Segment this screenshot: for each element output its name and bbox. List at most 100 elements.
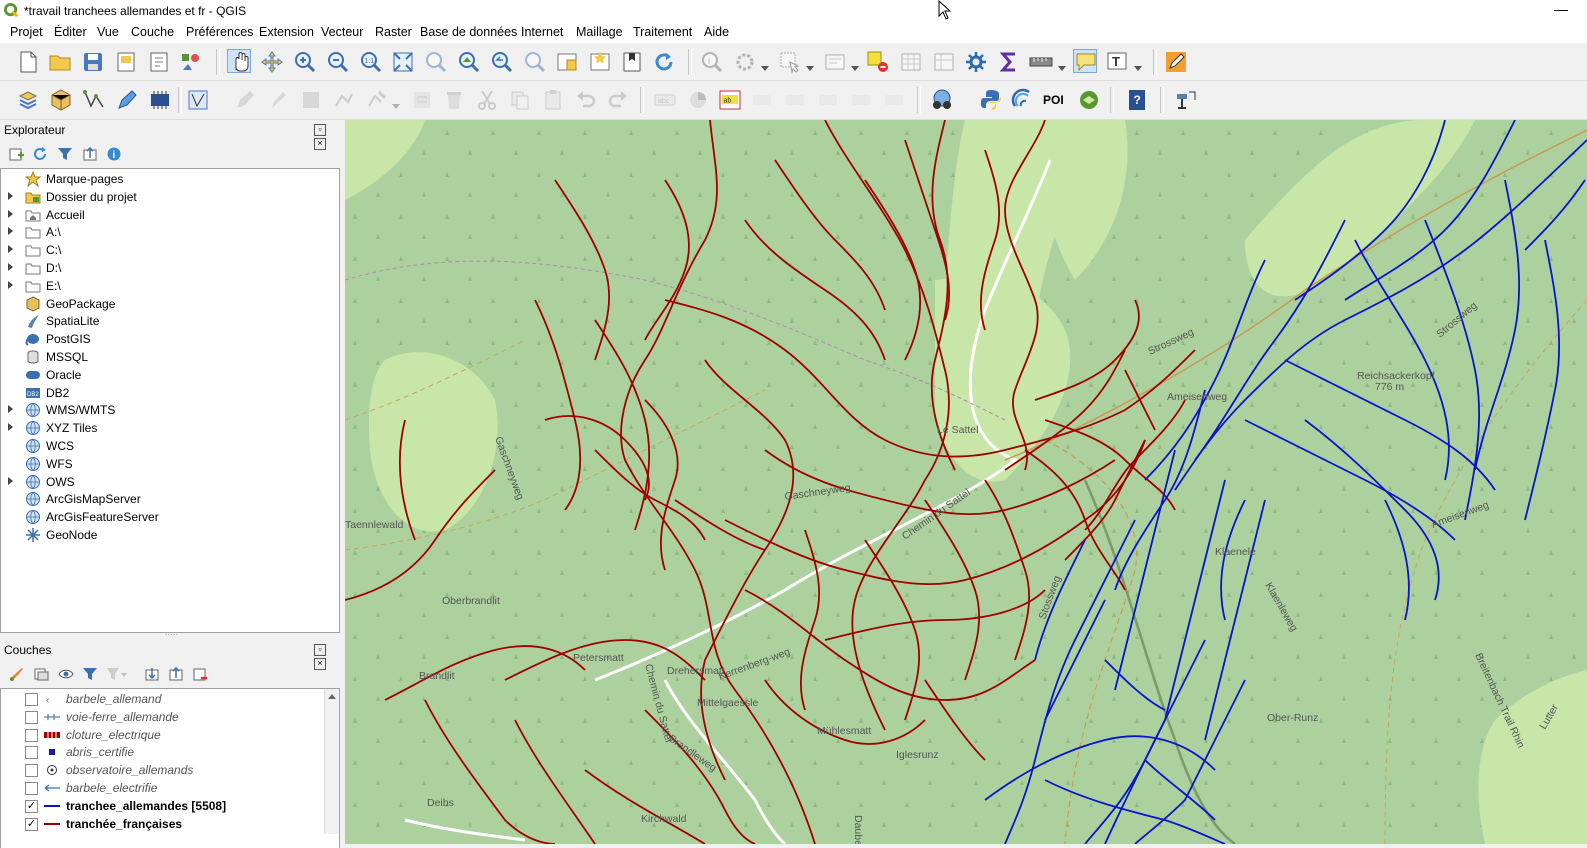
refresh-icon[interactable]	[652, 50, 676, 74]
layer-visibility-checkbox[interactable]	[25, 782, 38, 795]
filter-legend-icon[interactable]	[82, 666, 98, 682]
filter-expression-icon[interactable]	[106, 666, 128, 682]
measure-ruler-icon[interactable]	[1029, 50, 1053, 74]
copy-icon[interactable]	[508, 88, 532, 112]
vertex-editor-icon[interactable]	[365, 88, 389, 112]
layer-row[interactable]: observatoire_allemands	[1, 761, 326, 779]
rotate-label-icon[interactable]	[850, 88, 874, 112]
browser-item[interactable]: E:\	[1, 277, 331, 295]
menu-internet[interactable]: Internet	[521, 25, 563, 39]
layer-diagram-icon[interactable]	[686, 88, 710, 112]
python-console-icon[interactable]	[979, 88, 1003, 112]
qms-layers-icon[interactable]	[1077, 88, 1101, 112]
browser-item[interactable]: WMS/WMTS	[1, 401, 331, 419]
layer-visibility-checkbox[interactable]: ✓	[25, 817, 38, 831]
refresh-icon[interactable]	[32, 146, 48, 162]
filter-icon[interactable]	[57, 146, 73, 162]
statistics-sigma-icon[interactable]	[997, 50, 1021, 74]
save-edits-icon[interactable]	[299, 88, 323, 112]
deselect-all-icon[interactable]	[866, 50, 890, 74]
close-panel-icon[interactable]: ×	[314, 658, 326, 670]
menu-vue[interactable]: Vue	[97, 25, 119, 39]
undo-icon[interactable]	[574, 88, 598, 112]
layer-row[interactable]: cloture_electrique	[1, 726, 326, 744]
float-panel-icon[interactable]: ▫	[314, 644, 326, 656]
remove-layer-icon[interactable]	[192, 666, 208, 682]
browser-item[interactable]: C:\	[1, 241, 331, 259]
layer-visibility-checkbox[interactable]	[25, 746, 38, 760]
chevron-down-icon[interactable]	[851, 61, 859, 71]
collapse-all-icon[interactable]	[82, 146, 98, 162]
expand-all-icon[interactable]	[144, 666, 160, 682]
pin-labels-icon[interactable]	[751, 88, 775, 112]
expand-arrow-icon[interactable]	[8, 423, 13, 432]
browser-item[interactable]: WCS	[1, 437, 331, 455]
layer-visibility-checkbox[interactable]	[25, 728, 38, 742]
menu-traitement[interactable]: Traitement	[633, 25, 692, 39]
field-calculator-icon[interactable]	[932, 50, 956, 74]
browser-item[interactable]: ArcGisMapServer	[1, 490, 331, 508]
add-feature-icon[interactable]	[332, 88, 356, 112]
menu-preferences[interactable]: Préférences	[186, 25, 253, 39]
chevron-down-icon[interactable]	[392, 99, 400, 109]
edit-pencil-icon[interactable]	[266, 88, 290, 112]
expand-arrow-icon[interactable]	[8, 405, 13, 414]
show-hide-labels-icon[interactable]	[784, 88, 808, 112]
info-icon[interactable]: i	[106, 146, 122, 162]
zoom-to-selection-icon[interactable]	[424, 50, 448, 74]
splitter-handle[interactable]: ·····	[0, 631, 343, 639]
zoom-next-icon[interactable]	[523, 50, 547, 74]
browser-item[interactable]: Oracle	[1, 366, 331, 384]
change-label-icon[interactable]	[883, 88, 907, 112]
cut-icon[interactable]	[475, 88, 499, 112]
chevron-down-icon[interactable]	[1058, 61, 1066, 71]
browser-item[interactable]: D:\	[1, 259, 331, 277]
browser-item[interactable]: SpatiaLite	[1, 312, 331, 330]
layer-styling-icon[interactable]	[8, 666, 24, 682]
zoom-full-icon[interactable]	[391, 50, 415, 74]
zoom-to-layer-icon[interactable]	[457, 50, 481, 74]
layers-scrollbar[interactable]	[324, 689, 339, 834]
run-action-icon[interactable]	[733, 50, 757, 74]
layer-row[interactable]: abris_certifie	[1, 743, 326, 761]
data-source-manager-icon[interactable]	[16, 88, 40, 112]
browser-item[interactable]: Dossier du projet	[1, 188, 331, 206]
open-project-icon[interactable]	[48, 50, 72, 74]
menu-projet[interactable]: Projet	[10, 25, 43, 39]
style-manager-icon[interactable]	[179, 50, 203, 74]
collapse-all-icon[interactable]	[168, 666, 184, 682]
layer-row[interactable]: ✓ tranchée_françaises	[1, 815, 326, 833]
new-project-icon[interactable]	[16, 50, 40, 74]
layer-visibility-checkbox[interactable]	[25, 764, 38, 778]
pan-map-icon[interactable]	[227, 49, 251, 73]
browser-item[interactable]: GeoPackage	[1, 295, 331, 313]
gps-panel-icon[interactable]	[148, 88, 172, 112]
expand-arrow-icon[interactable]	[8, 263, 13, 271]
expand-arrow-icon[interactable]	[8, 191, 13, 200]
browser-item[interactable]: GeoNode	[1, 526, 331, 544]
browser-item[interactable]: ArcGisFeatureServer	[1, 508, 331, 526]
layer-visibility-checkbox[interactable]	[25, 693, 38, 706]
map-canvas[interactable]: Taennlewald Gaschneyweg Gaschneyweg Le Satt…	[345, 120, 1587, 844]
globe-binoculars-icon[interactable]	[930, 88, 954, 112]
georeferencer-icon[interactable]	[1174, 88, 1198, 112]
browser-item[interactable]: OWS	[1, 473, 331, 491]
new-bookmark-icon[interactable]	[588, 50, 612, 74]
redo-icon[interactable]	[606, 88, 630, 112]
new-map-view-icon[interactable]	[555, 50, 579, 74]
new-geopackage-layer-icon[interactable]	[49, 88, 73, 112]
browser-item[interactable]: PostGIS	[1, 330, 331, 348]
expand-arrow-icon[interactable]	[8, 280, 13, 289]
pan-to-selection-icon[interactable]	[260, 50, 284, 74]
float-panel-icon[interactable]: ▫	[314, 124, 326, 136]
browser-item[interactable]: WFS	[1, 455, 331, 473]
minimize-button[interactable]: —	[1551, 2, 1571, 18]
layer-row[interactable]: barbele_electrifie	[1, 779, 326, 797]
save-project-icon[interactable]	[81, 50, 105, 74]
vertex-tool-icon[interactable]	[186, 88, 210, 112]
menu-raster[interactable]: Raster	[375, 25, 412, 39]
toolbox-gear-icon[interactable]	[964, 50, 988, 74]
help-icon[interactable]: ?	[1125, 88, 1149, 112]
highlight-labels-icon[interactable]: ab	[718, 88, 742, 112]
paste-icon[interactable]	[541, 88, 565, 112]
